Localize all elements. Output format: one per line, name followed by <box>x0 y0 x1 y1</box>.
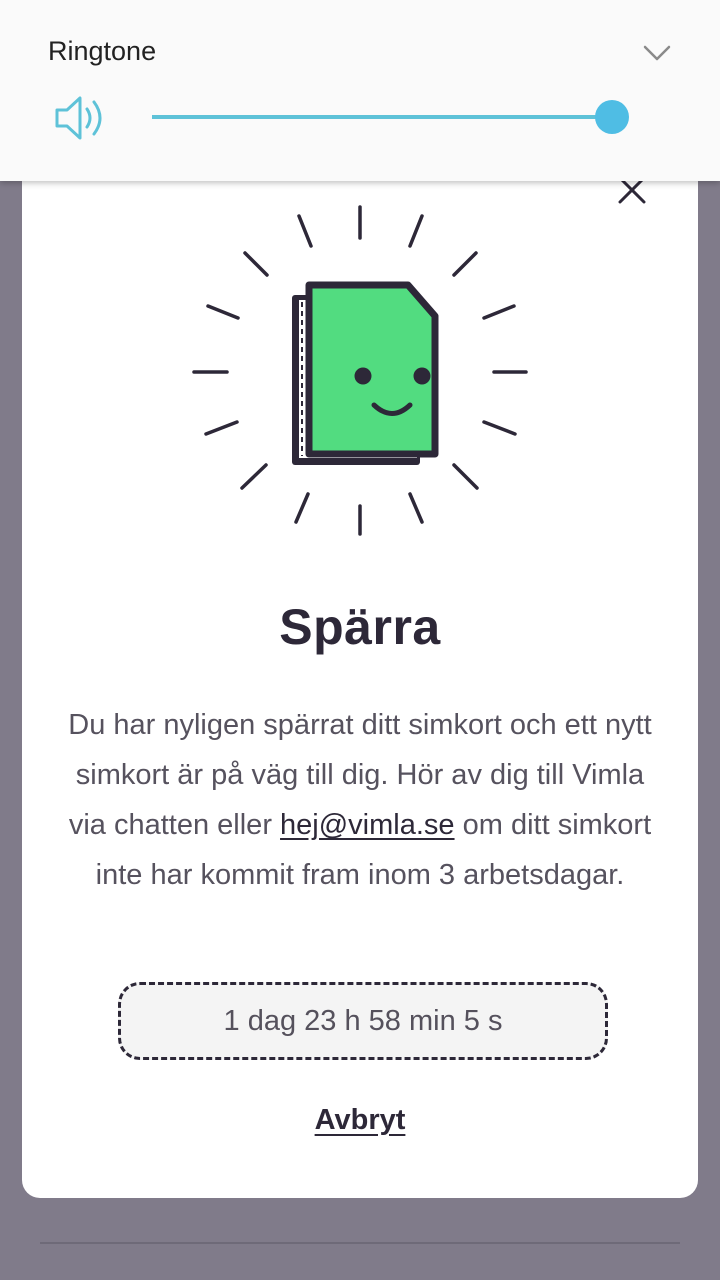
speaker-icon[interactable] <box>52 94 108 142</box>
countdown-timer: 1 dag 23 h 58 min 5 s <box>118 982 608 1060</box>
volume-label: Ringtone <box>48 36 157 66</box>
email-link[interactable]: hej@vimla.se <box>280 809 455 841</box>
lock-sim-dialog: Spärra Du har nyligen spärrat ditt simko… <box>22 150 698 1198</box>
background-divider <box>40 1242 680 1244</box>
simcard-graphic <box>292 281 439 465</box>
dialog-title: Spärra <box>279 599 441 655</box>
cancel-button[interactable]: Avbryt <box>315 1104 406 1136</box>
slider-thumb[interactable] <box>594 100 629 134</box>
volume-slider[interactable] <box>152 100 629 134</box>
happy-simcard-icon <box>192 205 528 536</box>
slider-fill <box>152 115 612 119</box>
chevron-down-icon[interactable] <box>640 36 674 70</box>
cancel-link-container: Avbryt <box>22 1104 698 1137</box>
volume-panel: Ringtone <box>0 0 720 181</box>
dialog-message: Du har nyligen spärrat ditt simkort och … <box>62 700 658 900</box>
